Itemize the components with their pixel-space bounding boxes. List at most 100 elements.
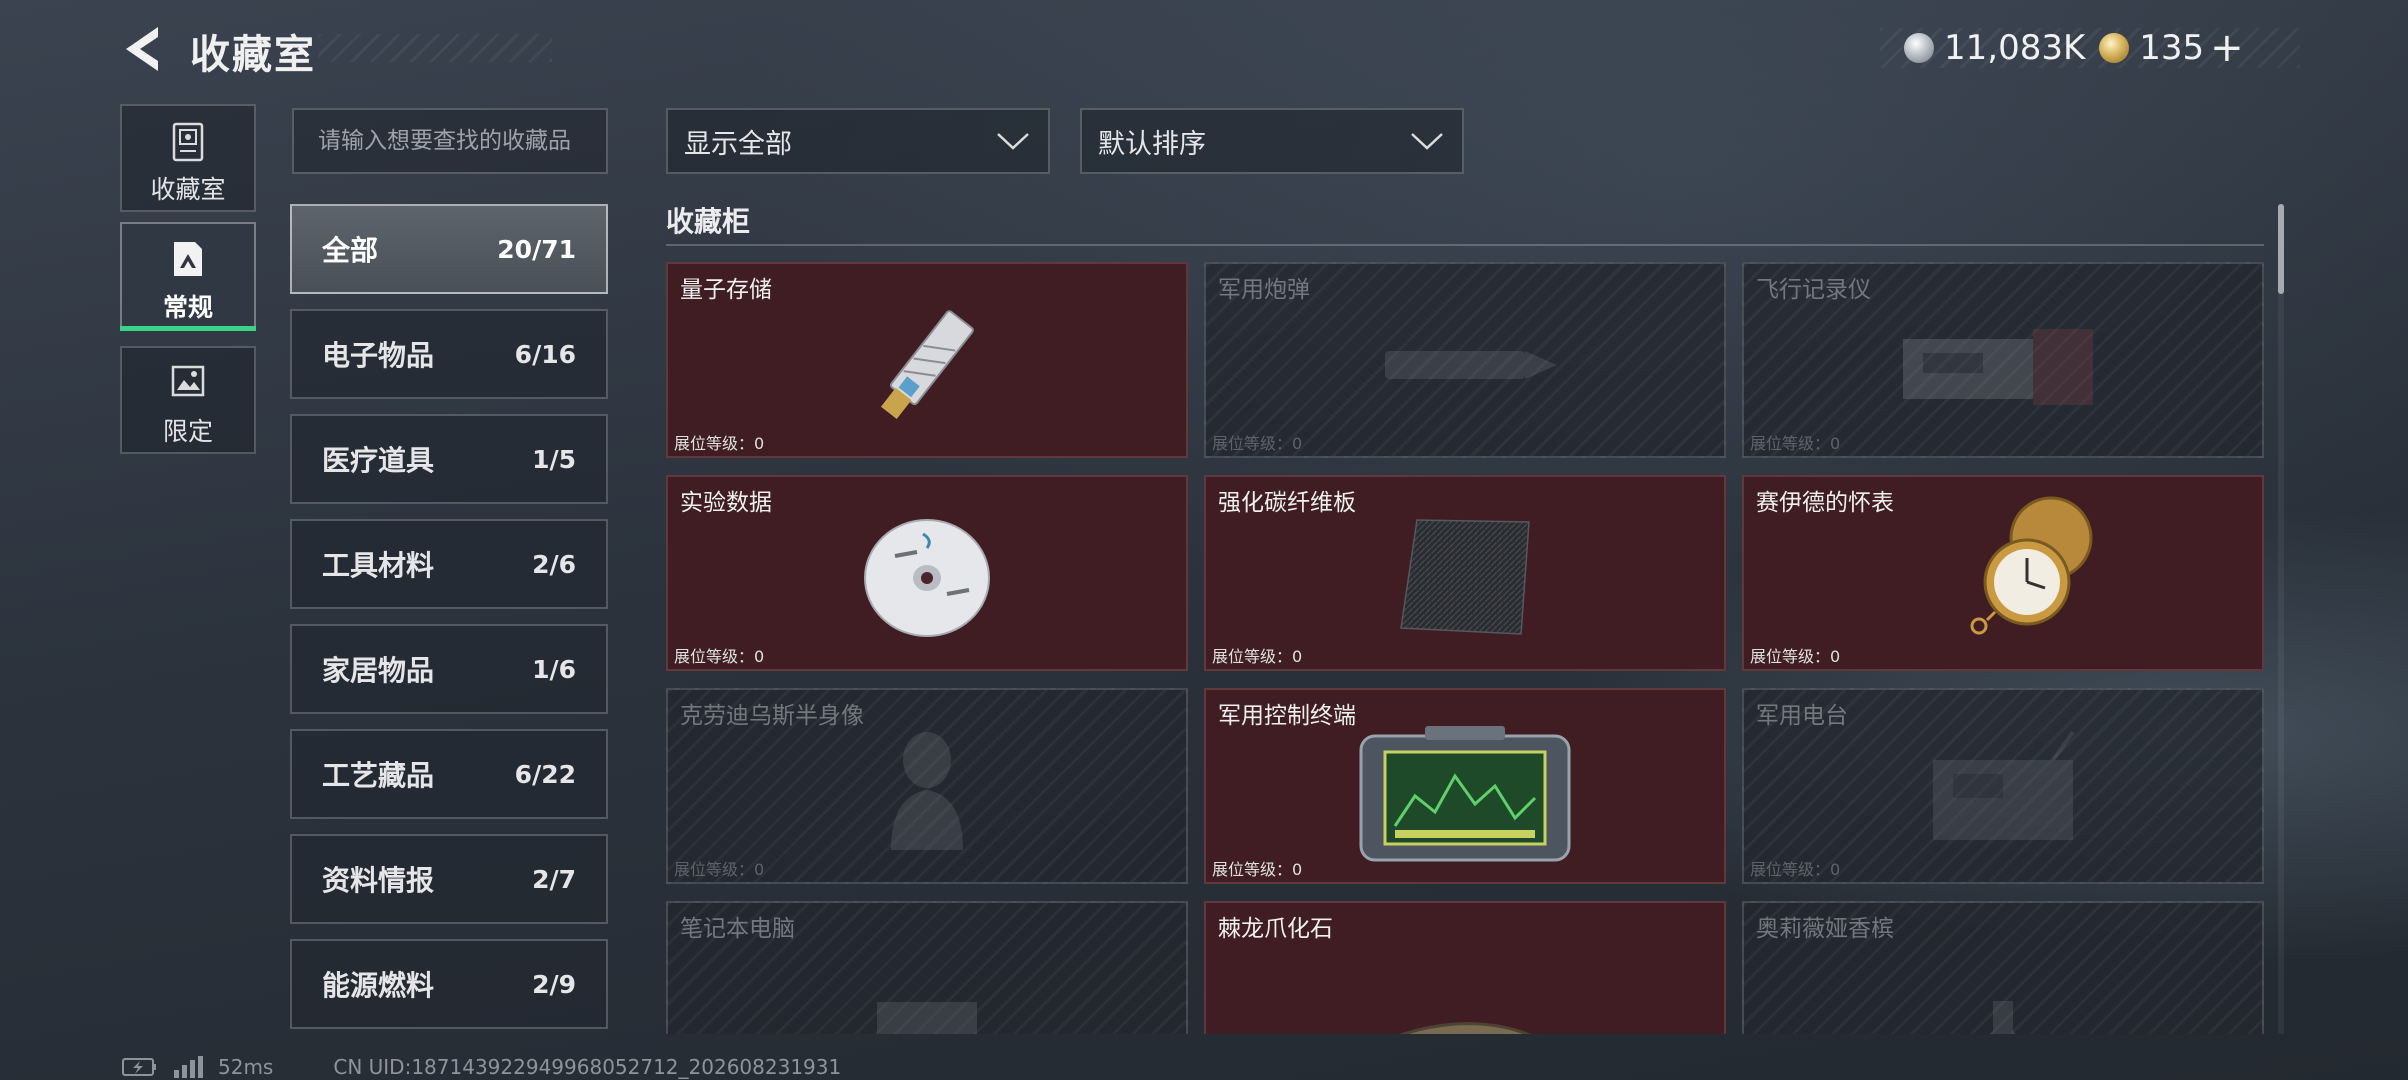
battery-charging-icon <box>122 1058 156 1076</box>
bust-statue-icon <box>891 731 963 850</box>
collection-card[interactable]: 飞行记录仪 展位等级：0 <box>1742 262 2264 458</box>
item-name: 飞行记录仪 <box>1756 277 1871 303</box>
collection-card[interactable]: 笔记本电脑 <box>666 901 1188 1034</box>
status-bar: 52ms CN UID:18714392294996805271​2_20260… <box>122 1054 841 1080</box>
silver-amount: 11,083K <box>1944 28 2086 68</box>
side-tab-collection[interactable]: 收藏室 <box>120 104 256 212</box>
display-level: 展位等级：0 <box>674 647 765 666</box>
collection-card[interactable]: 克劳迪乌斯半身像 展位等级：0 <box>666 688 1188 884</box>
disc-icon <box>864 518 990 637</box>
display-level: 展位等级：0 <box>674 434 765 453</box>
display-level: 展位等级：0 <box>1750 860 1841 879</box>
category-intel[interactable]: 资料情报 2/7 <box>290 834 608 924</box>
dropdown-value: 显示全部 <box>684 128 792 160</box>
artillery-shell-icon <box>1385 350 1557 379</box>
collection-card[interactable]: 赛伊德的怀表 展位等级：0 <box>1742 475 2264 671</box>
collection-card[interactable]: 军用电台 展位等级：0 <box>1742 688 2264 884</box>
item-name: 军用电台 <box>1756 703 1848 729</box>
collection-card[interactable]: 奥莉薇娅香槟 <box>1742 901 2264 1034</box>
side-tab-limited[interactable]: 限定 <box>120 346 256 454</box>
back-arrow-icon <box>126 27 158 71</box>
category-all[interactable]: 全部 20/71 <box>290 204 608 294</box>
back-button[interactable] <box>118 24 164 74</box>
category-medical[interactable]: 医疗道具 1/5 <box>290 414 608 504</box>
claw-fossil-icon <box>1399 1022 1531 1034</box>
side-tab-label: 收藏室 <box>150 175 226 204</box>
user-uid: CN UID:18714392294996805271​2_2026082319… <box>333 1055 842 1079</box>
category-name: 全部 <box>322 234 379 267</box>
category-count: 6/22 <box>514 759 576 789</box>
category-electronics[interactable]: 电子物品 6/16 <box>290 309 608 399</box>
ping-value: 52ms <box>218 1055 274 1079</box>
dropdown-value: 默认排序 <box>1098 128 1206 160</box>
search-input[interactable] <box>316 127 584 155</box>
scrollbar-track[interactable] <box>2278 204 2284 1034</box>
silver-coin-icon <box>1904 33 1934 63</box>
sort-dropdown[interactable]: 默认排序 <box>1080 108 1464 174</box>
active-tab-indicator <box>120 326 256 331</box>
category-name: 医疗道具 <box>322 444 435 477</box>
collection-card[interactable]: 量子存储 展位等级：0 <box>666 262 1188 458</box>
category-crafts[interactable]: 工艺藏品 6/22 <box>290 729 608 819</box>
collection-card[interactable]: 军用炮弹 展位等级：0 <box>1204 262 1726 458</box>
chevron-down-icon <box>997 133 1029 150</box>
category-name: 工具材料 <box>322 549 435 582</box>
page-title: 收藏室 <box>190 32 316 78</box>
category-count: 2/6 <box>532 549 576 579</box>
side-tab-label: 限定 <box>162 417 213 446</box>
collection-card[interactable]: 军用控制终端 展位等级：0 <box>1204 688 1726 884</box>
military-radio-icon <box>1933 730 2075 840</box>
item-name: 强化碳纤维板 <box>1218 490 1356 516</box>
side-tab-regular[interactable]: 常规 <box>120 222 256 330</box>
item-name: 笔记本电脑 <box>680 916 795 942</box>
collection-card[interactable]: 强化碳纤维板 展位等级：0 <box>1204 475 1726 671</box>
category-name: 工艺藏品 <box>322 759 435 792</box>
category-name: 资料情报 <box>322 864 435 897</box>
category-count: 1/6 <box>532 654 576 684</box>
item-name: 军用控制终端 <box>1218 703 1356 729</box>
category-tools[interactable]: 工具材料 2/6 <box>290 519 608 609</box>
title-decoration <box>318 34 552 62</box>
collection-card[interactable]: 实验数据 展位等级：0 <box>666 475 1188 671</box>
section-title: 收藏柜 <box>666 205 751 238</box>
champagne-icon <box>1989 1000 2017 1034</box>
pocket-watch-icon <box>1970 496 2093 635</box>
display-level: 展位等级：0 <box>1212 434 1303 453</box>
side-tab-label: 常规 <box>162 293 213 322</box>
flight-recorder-icon <box>1903 328 2093 405</box>
category-household[interactable]: 家居物品 1/6 <box>290 624 608 714</box>
chevron-down-icon <box>1411 133 1443 150</box>
category-name: 家居物品 <box>322 654 435 687</box>
search-box[interactable] <box>292 108 608 174</box>
category-count: 1/5 <box>532 444 576 474</box>
item-name: 实验数据 <box>680 490 772 516</box>
carbon-plate-icon <box>1400 519 1530 635</box>
category-name: 能源燃料 <box>322 969 435 1002</box>
signal-strength-icon <box>174 1056 203 1078</box>
item-name: 奥莉薇娅香槟 <box>1756 916 1894 942</box>
display-filter-dropdown[interactable]: 显示全部 <box>666 108 1050 174</box>
item-name: 量子存储 <box>680 277 772 303</box>
regular-image-icon <box>174 242 202 276</box>
category-count: 6/16 <box>514 339 576 369</box>
category-count: 20/71 <box>497 234 576 264</box>
limited-image-icon <box>171 365 205 397</box>
display-level: 展位等级：0 <box>1750 647 1841 666</box>
category-count: 2/7 <box>532 864 576 894</box>
display-level: 展位等级：0 <box>1212 647 1303 666</box>
item-name: 克劳迪乌斯半身像 <box>680 703 864 729</box>
item-name: 赛伊德的怀表 <box>1756 490 1894 516</box>
item-name: 棘龙爪化石 <box>1218 916 1333 942</box>
display-level: 展位等级：0 <box>1212 860 1303 879</box>
gold-coin-icon <box>2099 33 2130 63</box>
gold-amount: 135 <box>2139 28 2205 68</box>
collection-grid: 量子存储 展位等级：0 军用炮弹 展位等级：0 飞行记录仪 展位等级：0 实验数… <box>666 262 2264 1034</box>
category-name: 电子物品 <box>322 339 435 372</box>
collection-card[interactable]: 棘龙爪化石 <box>1204 901 1726 1034</box>
category-count: 2/9 <box>532 969 576 999</box>
add-currency-icon[interactable]: + <box>2210 28 2244 68</box>
currency-bar: 11,083K 135 + <box>1880 28 2300 68</box>
scrollbar-thumb[interactable] <box>2278 204 2284 294</box>
usb-drive-icon <box>880 310 974 419</box>
category-fuel[interactable]: 能源燃料 2/9 <box>290 939 608 1029</box>
